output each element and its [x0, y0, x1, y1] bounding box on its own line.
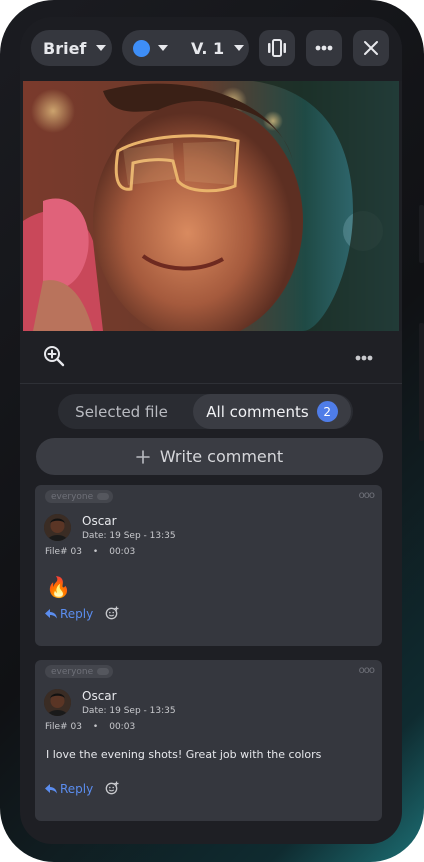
plus-icon [136, 449, 150, 464]
comment-more-icon[interactable]: ooo [359, 490, 375, 501]
comment-author: Oscar [82, 689, 117, 703]
comment-body: I love the evening shots! Great job with… [46, 748, 322, 761]
comment-timecode: 00:03 [109, 722, 136, 732]
comment-file-number: File# 03 [45, 722, 82, 732]
comment-body: 🔥 [46, 575, 71, 599]
tab-all-comments[interactable]: All comments 2 [193, 394, 351, 429]
comment-more-icon[interactable]: ooo [359, 665, 375, 676]
close-icon [364, 41, 378, 55]
media-preview-image [23, 81, 399, 331]
side-button-top [419, 205, 424, 263]
chevron-down-icon [234, 45, 245, 51]
side-button-bottom [419, 323, 424, 441]
audience-toggle [97, 668, 110, 675]
reply-button[interactable]: Reply [45, 607, 93, 621]
reply-label: Reply [60, 607, 94, 621]
comment-author: Oscar [82, 514, 117, 528]
audience-tag: everyone [45, 665, 114, 678]
separator-dot: • [92, 547, 99, 557]
app-screen: Brief V. 1 Selected file All comments 2 … [20, 17, 402, 844]
zoom-in-icon[interactable] [43, 345, 65, 367]
close-button[interactable] [353, 30, 389, 66]
top-bar: Brief V. 1 [20, 17, 402, 81]
avatar [44, 514, 71, 541]
reply-label: Reply [60, 782, 94, 796]
write-comment-label: Write comment [159, 447, 284, 466]
more-dots-icon[interactable] [355, 355, 373, 361]
brief-dropdown[interactable]: Brief [31, 30, 112, 66]
audience-tag: everyone [45, 490, 114, 503]
more-dots-icon [315, 45, 333, 51]
compare-view-button[interactable] [259, 30, 295, 66]
media-preview[interactable] [23, 81, 399, 331]
add-reaction-icon[interactable] [105, 606, 119, 620]
audience-toggle [97, 493, 110, 500]
tab-selected-file[interactable]: Selected file [58, 394, 185, 429]
comment-date: Date: 19 Sep - 13:35 [82, 706, 176, 716]
audience-label: everyone [51, 491, 94, 502]
version-label: V. 1 [191, 38, 225, 58]
reply-button[interactable]: Reply [45, 782, 93, 796]
comment-count-badge: 2 [316, 401, 338, 422]
comments-filter-tabs: Selected file All comments 2 [58, 394, 353, 429]
chevron-down-icon [158, 45, 168, 51]
comment-date: Date: 19 Sep - 13:35 [82, 531, 176, 541]
tab-selected-file-label: Selected file [75, 402, 168, 421]
chevron-down-icon [96, 45, 107, 51]
reply-arrow-icon [45, 784, 57, 794]
status-color-dot [133, 39, 150, 57]
add-reaction-icon[interactable] [105, 781, 119, 795]
write-comment-button[interactable]: Write comment [36, 438, 383, 475]
comment-file-number: File# 03 [45, 547, 82, 557]
tab-all-comments-label: All comments [206, 402, 309, 421]
audience-label: everyone [51, 666, 94, 677]
comment-timecode: 00:03 [109, 547, 136, 557]
more-options-button[interactable] [306, 30, 342, 66]
compare-view-icon [268, 39, 286, 57]
comment-file-info: File# 03 • 00:03 [45, 722, 135, 732]
comment-card: everyone ooo Oscar Date: 19 Sep - 13:35 … [35, 485, 382, 646]
brief-label: Brief [43, 38, 87, 58]
separator-dot: • [92, 722, 99, 732]
comment-card: everyone ooo Oscar Date: 19 Sep - 13:35 … [35, 660, 382, 821]
comment-file-info: File# 03 • 00:03 [45, 547, 135, 557]
status-version-pill[interactable]: V. 1 [122, 30, 249, 66]
avatar [44, 689, 71, 716]
preview-tools-row [20, 331, 402, 384]
reply-arrow-icon [45, 609, 57, 619]
